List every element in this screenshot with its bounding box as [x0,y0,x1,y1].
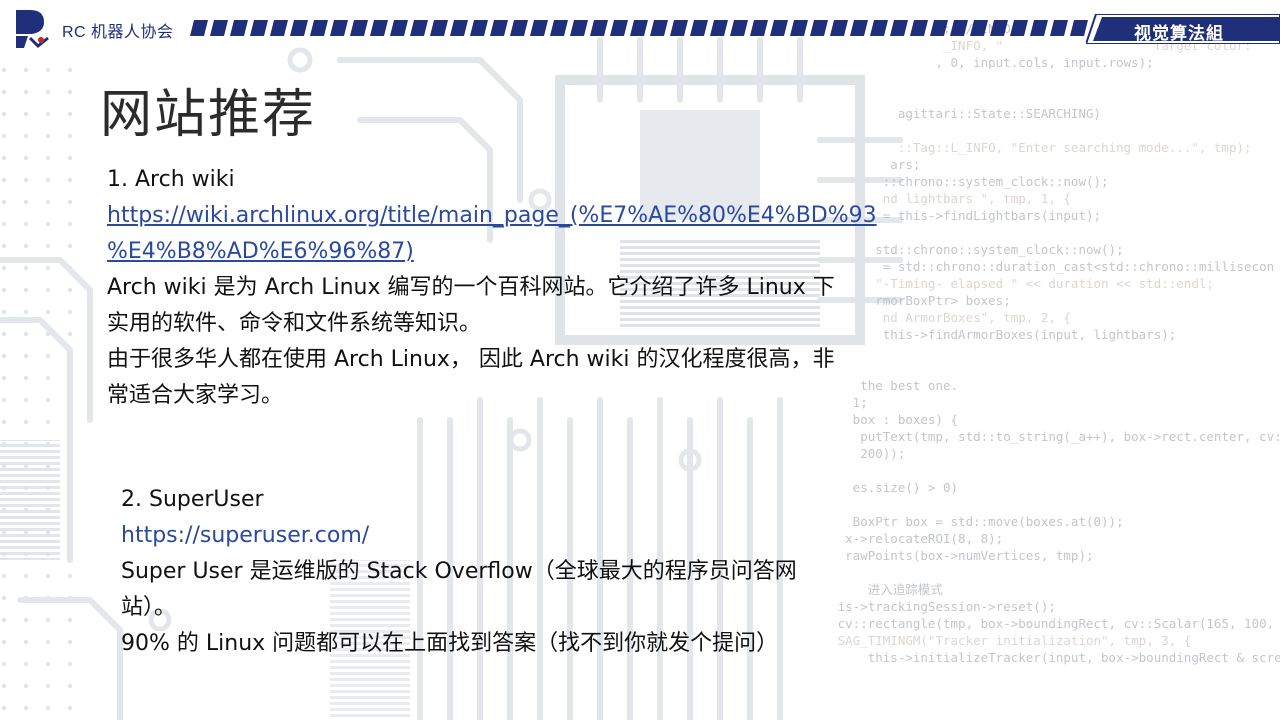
superuser-link[interactable]: https://superuser.com/ [121,518,881,554]
background-code-line: agittari::State::SEARCHING) [800,106,1102,121]
item-description-line: Arch wiki 是为 Arch Linux 编写的一个百科网站。它介绍了许多… [107,275,835,300]
item-description-line: 站）。 [121,595,177,620]
robot-club-logo-icon [16,10,49,49]
item-heading: 1. Arch wiki [107,167,235,192]
background-code-line [800,462,1280,479]
background-code-line [800,122,1280,139]
page-title: 网站推荐 [100,85,317,145]
background-code-line [800,71,1280,88]
org-name: RC 机器人协会 [62,24,174,41]
item-description-line: 由于很多华人都在使用 Arch Linux， 因此 Arch wiki 的汉化程… [107,347,835,372]
arch-wiki-link-line-1[interactable]: https://wiki.archlinux.org/title/main_pa… [107,198,907,234]
arch-wiki-link[interactable]: https://wiki.archlinux.org/title/main_pa… [107,198,907,270]
arch-wiki-link-line-2[interactable]: %E4%B8%AD%E6%96%87) [107,234,907,270]
background-code-line: putText(tmp, std::to_string(_a++), box->… [800,429,1280,444]
item-description-line: 90% 的 Linux 问题都可以在上面找到答案（找不到你就发个提问） [121,631,779,656]
header-stripe-bar [190,20,1088,36]
recommendation-arch-wiki: 1. Arch wiki https://wiki.archlinux.org/… [107,162,907,414]
recommendation-superuser: 2. SuperUser https://superuser.com/ Supe… [121,482,881,662]
item-heading: 2. SuperUser [121,487,264,512]
background-code-line: 200)); [800,446,906,461]
background-code-line: ::Tag::L_INFO, "Enter searching mode..."… [800,140,1252,155]
background-code-line [800,88,1280,105]
item-description-line: 实用的软件、命令和文件系统等知识。 [107,311,482,336]
background-code-line: , 0, input.cols, input.rows); [800,55,1154,70]
slide-header: RC 机器人协会 视觉算法組 [0,0,1280,56]
group-name: 视觉算法組 [1134,24,1224,44]
item-description-line: Super User 是运维版的 Stack Overflow（全球最大的程序员… [121,559,797,584]
item-description-line: 常适合大家学习。 [107,383,284,408]
